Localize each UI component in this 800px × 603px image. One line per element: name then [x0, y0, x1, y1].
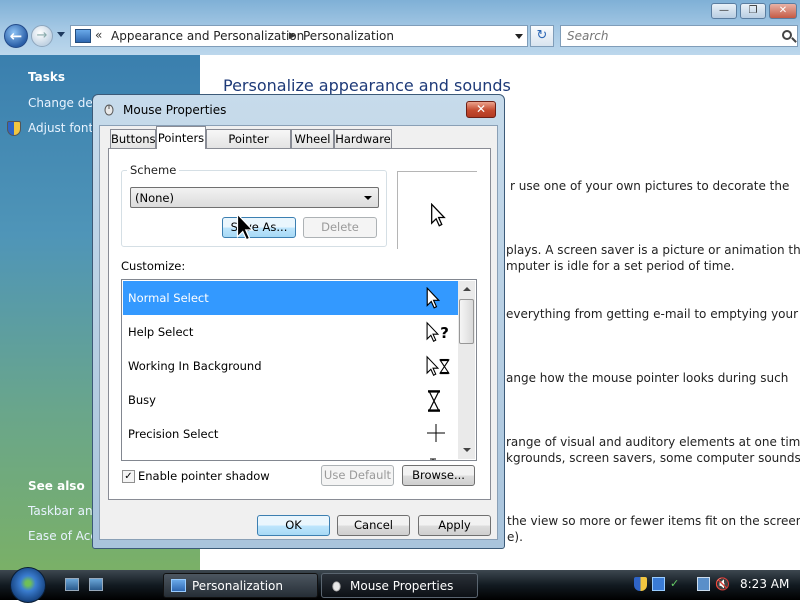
pointers-tab-page: Scheme (None) Save As... Delete Customiz…: [108, 148, 491, 500]
control-panel-icon: [75, 29, 91, 43]
cancel-button[interactable]: Cancel: [337, 515, 410, 536]
apply-button[interactable]: Apply: [418, 515, 491, 536]
breadcrumb-appearance[interactable]: Appearance and Personalization: [111, 29, 304, 43]
taskbar-button-mouse-properties[interactable]: Mouse Properties: [321, 573, 478, 598]
start-button[interactable]: [10, 567, 46, 603]
list-item-help-select[interactable]: Help Select ?: [123, 315, 458, 349]
list-item-label: Precision Select: [128, 427, 219, 441]
dialog-close-button[interactable]: ✕: [466, 101, 496, 118]
scroll-down-icon[interactable]: [458, 442, 475, 459]
mouse-icon: [332, 581, 341, 592]
mouse-icon: [104, 104, 114, 116]
uac-shield-icon: [7, 121, 21, 136]
list-item-working-in-background[interactable]: Working In Background: [123, 349, 458, 383]
list-item-busy[interactable]: Busy: [123, 383, 458, 417]
control-panel-icon: [171, 579, 186, 592]
hourglass-cursor-icon: [428, 390, 440, 412]
delete-button[interactable]: Delete: [303, 217, 377, 238]
content-text: range of visual and auditory elements at…: [506, 435, 800, 449]
windows-update-icon[interactable]: [652, 577, 665, 591]
taskbar-button-label: Mouse Properties: [350, 579, 454, 593]
pointer-shadow-label: Enable pointer shadow: [138, 469, 270, 483]
mouse-properties-dialog: Mouse Properties ✕ Buttons Pointers Poin…: [92, 94, 505, 549]
tasks-heading: Tasks: [28, 70, 66, 84]
customize-label: Customize:: [121, 259, 186, 273]
volume-muted-icon[interactable]: 🔇: [715, 577, 730, 591]
content-text: e).: [507, 530, 523, 544]
taskbar-button-label: Personalization: [192, 579, 283, 593]
ok-button[interactable]: OK: [257, 515, 330, 536]
tab-wheel[interactable]: Wheel: [291, 129, 334, 148]
list-item-precision-select[interactable]: Precision Select: [123, 417, 458, 451]
search-input[interactable]: Search: [560, 25, 798, 47]
content-text: ange how the mouse pointer looks during …: [506, 371, 789, 385]
network-icon[interactable]: [697, 577, 710, 591]
checkmark-icon[interactable]: ✓: [670, 577, 683, 591]
pointer-preview: [397, 171, 477, 249]
list-item-label: Normal Select: [128, 291, 209, 305]
content-text: mputer is idle for a set period of time.: [506, 259, 735, 273]
chevron-down-icon: [364, 196, 372, 200]
clock[interactable]: 8:23 AM: [740, 577, 789, 591]
content-text: kgrounds, screen savers, some computer s…: [506, 451, 800, 465]
scroll-thumb[interactable]: [459, 299, 474, 344]
list-item-partial[interactable]: [123, 451, 458, 460]
list-item-normal-select[interactable]: Normal Select: [123, 281, 458, 315]
browse-button[interactable]: Browse...: [402, 465, 475, 486]
scheme-label: Scheme: [127, 163, 180, 177]
refresh-button[interactable]: ↻: [530, 25, 554, 47]
address-bar[interactable]: « Appearance and Personalization ▶ Perso…: [70, 25, 528, 47]
scroll-up-icon[interactable]: [458, 281, 475, 298]
save-as-button[interactable]: Save As...: [222, 217, 296, 238]
security-shield-icon[interactable]: [634, 577, 647, 591]
content-text: r use one of your own pictures to decora…: [510, 179, 790, 193]
help-cursor-icon: ?: [426, 321, 449, 342]
see-also-link-taskbar[interactable]: Taskbar and: [28, 504, 100, 518]
close-window-button[interactable]: ✕: [769, 3, 797, 19]
scheme-select-value: (None): [135, 191, 174, 205]
maximize-button[interactable]: ❐: [740, 3, 766, 19]
back-button[interactable]: ←: [4, 24, 28, 48]
content-text: the view so more or fewer items fit on t…: [507, 514, 800, 528]
page-title: Personalize appearance and sounds: [223, 76, 511, 95]
breadcrumb-personalization[interactable]: Personalization: [303, 29, 394, 43]
tab-pointer-options[interactable]: Pointer Options: [206, 129, 291, 164]
pointer-shadow-checkbox[interactable]: ✓: [122, 470, 135, 483]
forward-button[interactable]: →: [31, 25, 53, 47]
mouse-pointer-icon: [236, 212, 254, 241]
search-icon[interactable]: [782, 30, 792, 40]
breadcrumb-separator-icon[interactable]: ▶: [289, 31, 296, 41]
arrow-cursor-icon: [431, 203, 446, 227]
explorer-toolbar: — ❐ ✕ ← → « Appearance and Personalizati…: [0, 0, 800, 55]
use-default-button[interactable]: Use Default: [321, 465, 394, 486]
pointer-list-scrollbar[interactable]: [458, 281, 475, 459]
see-also-heading: See also: [28, 479, 85, 493]
working-cursor-icon: [426, 355, 450, 376]
tab-pointers[interactable]: Pointers: [156, 126, 206, 149]
address-dropdown-icon[interactable]: [515, 34, 523, 39]
taskbar-button-personalization[interactable]: Personalization: [163, 573, 318, 598]
list-item-label: Help Select: [128, 325, 194, 339]
recent-pages-dropdown-icon[interactable]: [57, 32, 65, 37]
tab-hardware[interactable]: Hardware: [334, 129, 392, 148]
arrow-cursor-icon: [426, 287, 440, 309]
crosshair-cursor-icon: [427, 424, 445, 442]
switch-windows-icon[interactable]: [89, 578, 103, 591]
content-text: everything from getting e-mail to emptyi…: [506, 307, 799, 321]
taskbar: Personalization Mouse Properties ✓ 🔇 8:2…: [0, 567, 800, 603]
list-item-label: Busy: [128, 393, 156, 407]
svg-text:?: ?: [440, 324, 449, 342]
pointer-list[interactable]: Normal Select Help Select ? Working In B…: [121, 279, 477, 461]
content-text: plays. A screen saver is a picture or an…: [506, 243, 800, 257]
scheme-select[interactable]: (None): [130, 187, 379, 208]
minimize-button[interactable]: —: [711, 3, 737, 19]
overflow-chevron-icon[interactable]: «: [95, 28, 102, 42]
dialog-body: Buttons Pointers Pointer Options Wheel H…: [99, 125, 498, 540]
search-placeholder: Search: [567, 29, 609, 43]
tab-buttons[interactable]: Buttons: [110, 129, 156, 148]
list-item-label: Working In Background: [128, 359, 262, 373]
dialog-title: Mouse Properties: [123, 103, 227, 117]
show-desktop-icon[interactable]: [65, 578, 79, 591]
text-select-cursor-icon: [430, 458, 436, 460]
